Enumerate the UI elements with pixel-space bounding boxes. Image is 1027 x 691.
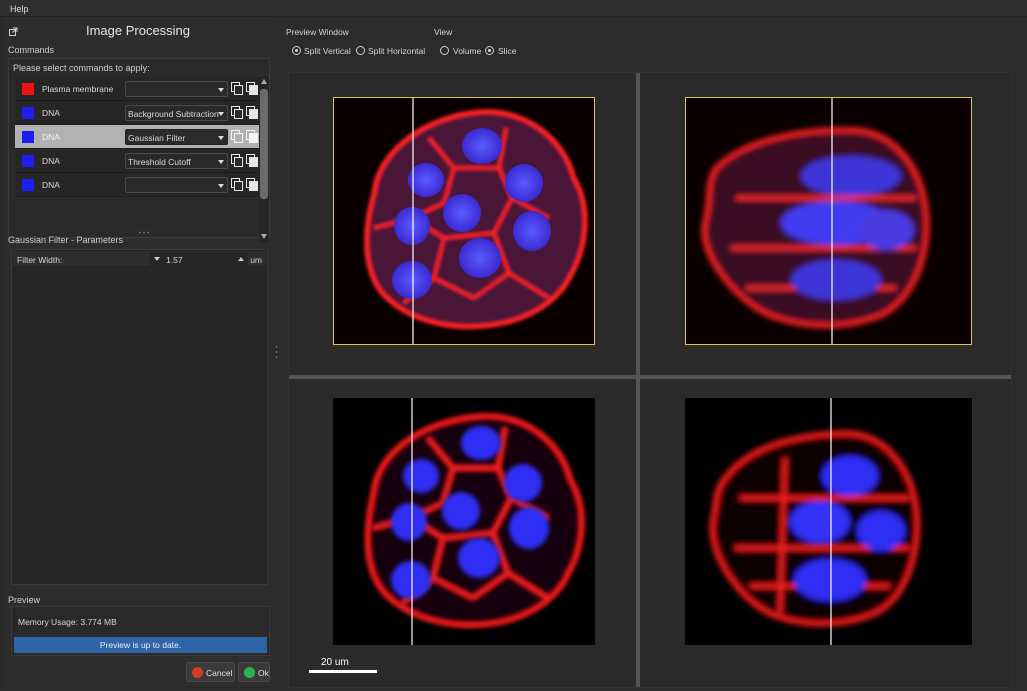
scale-bar-label: 20 um (321, 657, 349, 668)
preview-status-bar: Preview is up to date. (14, 637, 267, 653)
filter-width-value: 1.57 (166, 255, 183, 265)
scrollbar-thumb[interactable] (260, 89, 268, 199)
param-row-filter-width: Filter Width: 1.57 um (13, 251, 266, 267)
volume-radio[interactable] (440, 46, 449, 55)
channel-color-swatch (22, 131, 34, 143)
command-select[interactable]: Gaussian Filter (125, 129, 228, 145)
param-unit: um (250, 255, 262, 265)
channel-name: DNA (42, 108, 60, 118)
chevron-down-icon (218, 88, 224, 92)
channel-name: DNA (42, 180, 60, 190)
copy-icon[interactable] (231, 154, 243, 167)
command-select[interactable]: Threshold Cutoff (125, 153, 228, 169)
paste-icon[interactable] (246, 106, 258, 119)
param-name: Filter Width: (17, 255, 63, 265)
original-xy-slice-svg (364, 98, 588, 344)
volume-label[interactable]: Volume (453, 46, 481, 56)
paste-icon[interactable] (246, 178, 258, 191)
copy-icon[interactable] (231, 130, 243, 143)
filtered-xy-slice-image[interactable] (333, 398, 595, 645)
preview-viewport[interactable]: 20 um (288, 72, 1012, 688)
panel-title: Image Processing (85, 23, 191, 38)
vertical-split-divider[interactable] (636, 73, 640, 687)
ok-label: Ok (258, 668, 269, 678)
preview-status-text: Preview is up to date. (99, 640, 182, 650)
commands-group: Please select commands to apply: Plasma … (8, 58, 270, 259)
ok-icon (244, 667, 255, 678)
command-row-selected[interactable]: DNA Gaussian Filter (15, 125, 259, 149)
commands-label: Commands (8, 45, 55, 55)
command-select[interactable]: Background Subtraction (125, 105, 228, 121)
commands-hint: Please select commands to apply: (13, 63, 150, 73)
split-vertical-radio[interactable] (292, 46, 301, 55)
paste-icon[interactable] (246, 82, 258, 95)
preview-panel: Preview Window View Split Vertical Split… (280, 17, 1022, 688)
ok-button[interactable]: Ok (238, 662, 270, 682)
cancel-label: Cancel (206, 668, 233, 678)
channel-color-swatch (22, 83, 34, 95)
menu-bar: Help (0, 0, 1027, 17)
scale-bar (309, 670, 377, 673)
original-xy-slice-image[interactable] (333, 97, 595, 345)
paste-icon[interactable] (246, 130, 258, 143)
original-side-view-image[interactable] (685, 97, 972, 345)
command-row[interactable]: DNA (15, 173, 259, 197)
channel-color-swatch (22, 107, 34, 119)
channel-color-swatch (22, 179, 34, 191)
command-select-value: Background Subtraction (128, 109, 219, 119)
split-horizontal-radio[interactable] (356, 46, 365, 55)
command-select[interactable] (125, 177, 228, 193)
channel-name: DNA (42, 156, 60, 166)
memory-usage: Memory Usage: 3.774 MB (18, 617, 117, 627)
command-select[interactable] (125, 81, 228, 97)
chevron-down-icon (218, 160, 224, 164)
preview-label: Preview (8, 595, 41, 605)
panel-splitter-icon[interactable] (275, 344, 278, 360)
chevron-down-icon (218, 136, 224, 140)
slice-radio[interactable] (485, 46, 494, 55)
scroll-down-icon[interactable] (261, 234, 267, 239)
parameters-panel: Filter Width: 1.57 um (11, 249, 268, 585)
command-select-value: Threshold Cutoff (128, 157, 191, 167)
splitter-handle-icon[interactable] (138, 231, 150, 234)
filtered-side-view-svg (709, 398, 921, 645)
slice-label[interactable]: Slice (498, 46, 516, 56)
horizontal-split-divider[interactable] (289, 375, 1011, 379)
cancel-icon (192, 667, 203, 678)
command-row[interactable]: DNA Threshold Cutoff (15, 149, 259, 173)
menu-help[interactable]: Help (10, 4, 29, 14)
split-horizontal-label[interactable]: Split Horizontal (368, 46, 425, 56)
command-row[interactable]: DNA Background Subtraction (15, 101, 259, 125)
preview-group: Memory Usage: 3.774 MB Preview is up to … (11, 606, 270, 656)
view-label: View (434, 27, 453, 37)
original-side-view-svg (701, 98, 930, 344)
copy-icon[interactable] (231, 178, 243, 191)
channel-name: Plasma membrane (42, 84, 114, 94)
commands-vertical-scrollbar[interactable] (259, 77, 269, 242)
command-select-value: Gaussian Filter (128, 133, 186, 143)
params-label: Gaussian Filter - Parameters (8, 235, 124, 245)
chevron-down-icon (218, 112, 224, 116)
filtered-side-view-image[interactable] (685, 398, 972, 645)
cancel-button[interactable]: Cancel (186, 662, 235, 682)
commands-list: Plasma membrane DNA Background Subtracti… (15, 77, 259, 245)
filtered-xy-slice-svg (364, 398, 585, 645)
paste-icon[interactable] (246, 154, 258, 167)
channel-name: DNA (42, 132, 60, 142)
increment-icon[interactable] (238, 257, 244, 261)
scroll-up-icon[interactable] (261, 79, 267, 84)
channel-color-swatch (22, 155, 34, 167)
split-vertical-label[interactable]: Split Vertical (304, 46, 351, 56)
decrement-icon[interactable] (154, 257, 160, 261)
preview-window-label: Preview Window (286, 27, 349, 37)
filter-width-spinbox[interactable]: 1.57 (150, 252, 248, 266)
chevron-down-icon (218, 184, 224, 188)
copy-icon[interactable] (231, 106, 243, 119)
copy-icon[interactable] (231, 82, 243, 95)
command-row[interactable]: Plasma membrane (15, 77, 259, 101)
image-processing-panel: Image Processing Commands Please select … (4, 17, 272, 687)
